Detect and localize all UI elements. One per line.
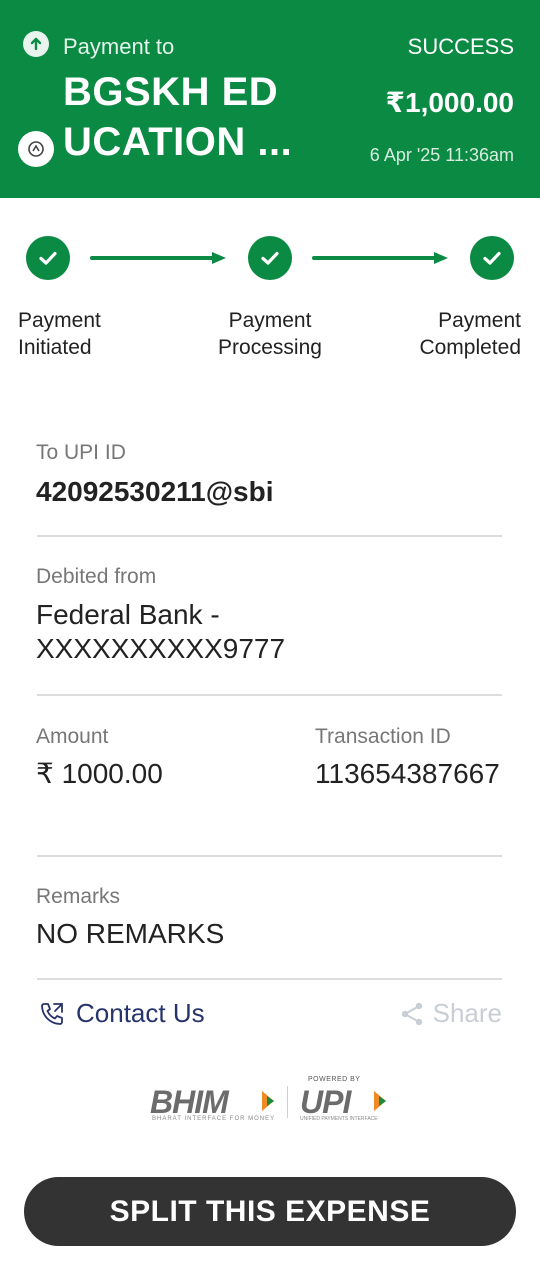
- divider: [37, 978, 502, 980]
- debited-from-value: Federal Bank - XXXXXXXXXX9777: [36, 599, 286, 664]
- step-label-line: Initiated: [18, 336, 92, 359]
- bhim-tagline: BHARAT INTERFACE FOR MONEY: [152, 1116, 276, 1122]
- step-arrow-icon: [90, 252, 226, 264]
- share-label: Share: [432, 998, 502, 1028]
- payment-partner-logos: BHIM BHARAT INTERFACE FOR MONEY POWERED …: [150, 1076, 390, 1124]
- divider: [37, 855, 502, 857]
- share-button[interactable]: Share: [399, 998, 502, 1029]
- step-initiated-label: Payment Initiated: [18, 307, 101, 361]
- payment-to-label: Payment to: [63, 34, 175, 59]
- split-expense-button[interactable]: SPLIT THIS EXPENSE: [24, 1177, 516, 1246]
- upi-id-label: To UPI ID: [36, 441, 126, 464]
- amount-value: ₹ 1000.00: [36, 758, 163, 789]
- step-arrow-icon: [312, 252, 448, 264]
- divider: [37, 535, 502, 537]
- step-label-line: Payment: [18, 309, 101, 332]
- payee-name-line2: UCATION ...: [63, 120, 293, 164]
- upi-tagline: UNIFIED PAYMENTS INTERFACE: [300, 1116, 378, 1122]
- upi-arrow-icon: [374, 1091, 386, 1111]
- step-completed-label: Payment Completed: [419, 307, 521, 361]
- transaction-id-value: 113654387667: [315, 758, 500, 789]
- contact-us-label: Contact Us: [76, 998, 205, 1028]
- divider: [37, 694, 502, 696]
- amount-label: Amount: [36, 725, 109, 748]
- contact-us-button[interactable]: Contact Us: [38, 998, 205, 1029]
- step-processing-label: Payment Processing: [170, 307, 370, 361]
- upi-id-value: 42092530211@sbi: [36, 476, 274, 507]
- debited-from-label: Debited from: [36, 565, 157, 588]
- payee-name-line1: BGSKH ED: [63, 70, 279, 114]
- step-label-line: Completed: [419, 336, 521, 359]
- step-processing-check-icon: [248, 236, 292, 280]
- header-amount: ₹1,000.00: [385, 87, 514, 118]
- phone-icon: [41, 1002, 63, 1025]
- step-label-line: Payment: [438, 309, 521, 332]
- status-badge: SUCCESS: [407, 34, 514, 59]
- remarks-value: NO REMARKS: [36, 918, 225, 949]
- bank-logo-icon: [18, 131, 54, 167]
- arrow-up-icon: [23, 31, 49, 57]
- share-icon: [401, 1002, 422, 1025]
- step-completed-check-icon: [470, 236, 514, 280]
- step-label-line: Payment: [228, 309, 312, 332]
- transaction-id-label: Transaction ID: [315, 725, 451, 748]
- remarks-label: Remarks: [36, 885, 121, 908]
- step-initiated-check-icon: [26, 236, 70, 280]
- bhim-arrow-icon: [262, 1091, 274, 1111]
- payment-header: Payment to BGSKH ED UCATION ... SUCCESS …: [0, 0, 540, 198]
- logo-separator: [287, 1086, 288, 1118]
- powered-by-label: POWERED BY: [308, 1076, 361, 1083]
- step-label-line: Processing: [218, 336, 322, 359]
- transaction-datetime: 6 Apr '25 11:36am: [369, 145, 514, 165]
